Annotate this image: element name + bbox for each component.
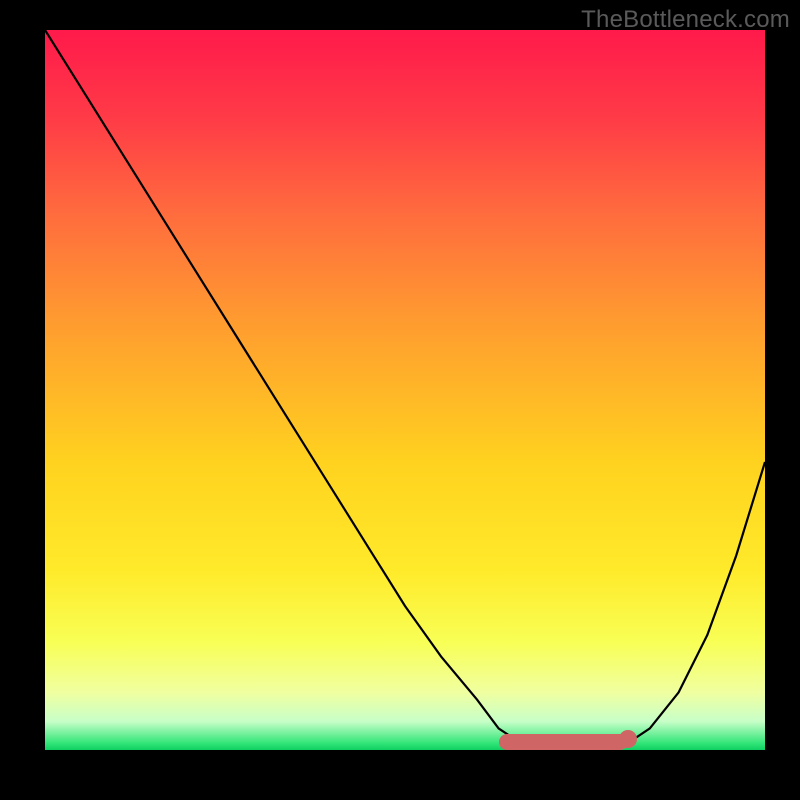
chart-container: TheBottleneck.com — [0, 0, 800, 800]
optimal-range-band — [499, 734, 629, 750]
heat-gradient — [45, 30, 765, 750]
plot-area — [45, 30, 765, 750]
watermark-label: TheBottleneck.com — [581, 6, 790, 34]
